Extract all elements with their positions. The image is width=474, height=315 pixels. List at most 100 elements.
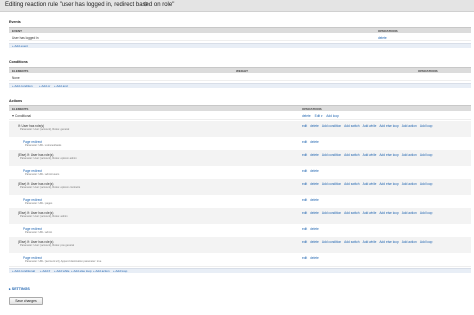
- action-op-link[interactable]: delete: [310, 140, 319, 144]
- action-op-link[interactable]: Add loop: [420, 153, 433, 157]
- action-op-link[interactable]: delete: [310, 240, 319, 244]
- action-op-link[interactable]: Add action: [402, 153, 417, 157]
- action-operations: edit delete Add condition Add switch Add whi…: [302, 124, 435, 128]
- action-op-link[interactable]: Add switch: [344, 182, 359, 186]
- conditions-heading: Conditions: [9, 60, 28, 64]
- add-and-link[interactable]: + Add and: [54, 84, 68, 88]
- actions-add-link[interactable]: + Add action: [93, 269, 110, 273]
- action-op-link[interactable]: Add while: [363, 153, 377, 157]
- action-op-link[interactable]: Add loop: [420, 211, 433, 215]
- action-condition-row: (Else) If: User has role(s) Parameter: Us…: [9, 150, 471, 167]
- action-op-link[interactable]: Add action: [402, 124, 417, 128]
- event-name: User has logged in: [12, 36, 39, 40]
- action-op-link[interactable]: Add condition: [322, 182, 341, 186]
- action-op-link[interactable]: delete: [310, 227, 319, 231]
- action-operations: edit delete: [302, 227, 322, 231]
- action-op-link[interactable]: Add else loop: [379, 240, 398, 244]
- action-op-link[interactable]: Add loop: [420, 182, 433, 186]
- action-op-link[interactable]: Add while: [363, 182, 377, 186]
- action-op-link[interactable]: Add loop: [420, 124, 433, 128]
- add-event-link[interactable]: + Add event: [12, 44, 28, 48]
- action-op-link[interactable]: edit: [302, 140, 307, 144]
- event-delete-link[interactable]: delete: [378, 36, 387, 40]
- action-op-link[interactable]: Add condition: [322, 153, 341, 157]
- action-op-link[interactable]: edit: [302, 240, 307, 244]
- actions-add-link[interactable]: + Add conditional: [12, 269, 35, 273]
- action-op-link[interactable]: Add condition: [322, 211, 341, 215]
- action-op-link[interactable]: Add else loop: [379, 211, 398, 215]
- page-title: Editing reaction rule "user has logged i…: [5, 2, 175, 8]
- action-op-link[interactable]: delete: [310, 124, 319, 128]
- action-op-link[interactable]: Add action: [402, 240, 417, 244]
- actions-add-link[interactable]: + Add while: [54, 269, 69, 273]
- action-op-link[interactable]: Add switch: [344, 153, 359, 157]
- action-op-link[interactable]: edit: [302, 153, 307, 157]
- conditional-add-loop-link[interactable]: Add loop: [326, 114, 339, 118]
- action-op-link[interactable]: edit: [302, 124, 307, 128]
- action-condition-row: (Else) If: User has role(s) Parameter: Us…: [9, 237, 471, 254]
- action-op-link[interactable]: delete: [310, 182, 319, 186]
- action-parameter: Parameter: User: [account], Roles: pos g…: [20, 244, 75, 247]
- action-op-link[interactable]: delete: [310, 211, 319, 215]
- action-op-link[interactable]: Add action: [402, 211, 417, 215]
- action-op-link[interactable]: Add action: [402, 182, 417, 186]
- title-bar: Editing reaction rule "user has logged i…: [0, 0, 474, 12]
- action-redirect-row: Page redirect Parameter: URL: admin/users…: [9, 166, 471, 180]
- action-op-link[interactable]: delete: [310, 153, 319, 157]
- action-operations: edit delete Add condition Add switch Add whi…: [302, 182, 435, 186]
- action-op-link[interactable]: Add condition: [322, 124, 341, 128]
- collapse-icon[interactable]: [12, 115, 14, 117]
- actions-add-link[interactable]: + Add else loop: [71, 269, 92, 273]
- events-heading: Events: [9, 20, 21, 24]
- action-op-link[interactable]: Add loop: [420, 240, 433, 244]
- col-event: EVENT: [12, 28, 23, 33]
- action-op-link[interactable]: edit: [302, 198, 307, 202]
- conditional-edit-link[interactable]: Edit ▾: [315, 114, 323, 118]
- action-op-link[interactable]: delete: [310, 169, 319, 173]
- action-op-link[interactable]: Add while: [363, 211, 377, 215]
- action-op-link[interactable]: delete: [310, 198, 319, 202]
- action-op-link[interactable]: Add switch: [344, 240, 359, 244]
- action-operations: edit delete: [302, 198, 322, 202]
- action-parameter: Parameter: URL: [account:url], Append de…: [25, 260, 102, 263]
- action-operations: edit delete Add condition Add switch Add whi…: [302, 240, 435, 244]
- action-parameter: Parameter: URL: extranet/tasks: [25, 144, 62, 147]
- conditional-ops: delete Edit ▾ Add loop: [302, 114, 342, 118]
- actions-heading: Actions: [9, 99, 23, 103]
- actions-add-link[interactable]: + Add if: [40, 269, 50, 273]
- settings-toggle[interactable]: ▸ SETTINGS: [9, 287, 30, 291]
- action-op-link[interactable]: Add else loop: [379, 124, 398, 128]
- action-op-link[interactable]: delete: [310, 256, 319, 260]
- actions-add-bar: + Add conditional + Add if + Add while + Ad…: [9, 268, 471, 273]
- action-redirect-row: Page redirect Parameter: URL: extranet/ta…: [9, 137, 471, 151]
- action-op-link[interactable]: edit: [302, 227, 307, 231]
- conditional-label: Conditional: [12, 114, 31, 118]
- action-op-link[interactable]: edit: [302, 211, 307, 215]
- col-ops: OPERATIONS: [302, 106, 322, 111]
- add-condition-link[interactable]: + Add condition: [12, 84, 33, 88]
- action-op-link[interactable]: Add else loop: [379, 153, 398, 157]
- conditional-delete-link[interactable]: delete: [302, 114, 311, 118]
- action-op-link[interactable]: Add else loop: [379, 182, 398, 186]
- action-op-link[interactable]: edit: [302, 256, 307, 260]
- action-op-link[interactable]: Add switch: [344, 124, 359, 128]
- add-or-link[interactable]: + Add or: [39, 84, 50, 88]
- action-op-link[interactable]: edit: [302, 169, 307, 173]
- col-elements: ELEMENTS: [12, 106, 29, 111]
- col-ops: OPERATIONS: [418, 68, 438, 73]
- action-op-link[interactable]: Add condition: [322, 240, 341, 244]
- gear-icon[interactable]: ⚙: [143, 1, 148, 9]
- action-op-link[interactable]: Add while: [363, 124, 377, 128]
- conditions-none: None: [12, 76, 20, 80]
- actions-add-link[interactable]: + Add loop: [113, 269, 127, 273]
- action-op-link[interactable]: Add switch: [344, 211, 359, 215]
- action-operations: edit delete: [302, 169, 322, 173]
- action-op-link[interactable]: edit: [302, 182, 307, 186]
- action-parameter: Parameter: User: [account], Roles: epico…: [20, 157, 77, 160]
- action-parameter: Parameter: User: [account], Roles: epico…: [20, 186, 81, 189]
- col-weight: WEIGHT: [236, 68, 248, 73]
- action-op-link[interactable]: Add while: [363, 240, 377, 244]
- save-button[interactable]: Save changes: [9, 297, 43, 305]
- action-parameter: Parameter: User: [account], Roles: gener…: [20, 128, 70, 131]
- col-ops: OPERATIONS: [378, 28, 398, 33]
